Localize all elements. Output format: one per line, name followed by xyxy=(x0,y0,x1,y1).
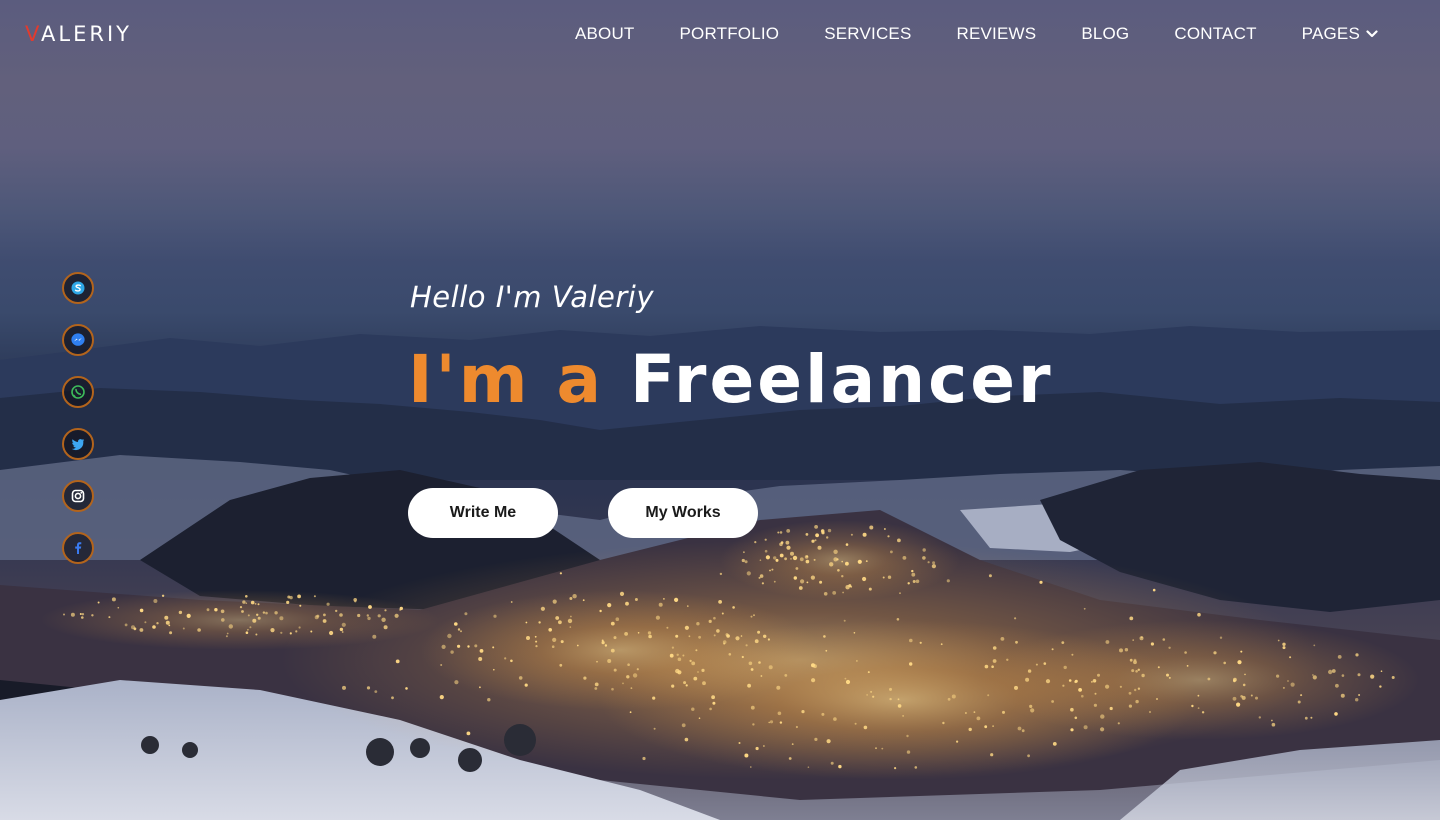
nav-link-label: BLOG xyxy=(1081,24,1130,43)
nav-link-reviews[interactable]: REVIEWS xyxy=(957,24,1037,44)
headline-role: Freelancer xyxy=(630,341,1054,418)
nav-dropdown-pages[interactable]: PAGES xyxy=(1302,24,1378,44)
main-navigation: ABOUT PORTFOLIO SERVICES REVIEWS BLOG CO… xyxy=(575,24,1378,44)
facebook-icon[interactable] xyxy=(62,532,94,564)
headline-accent: I'm a xyxy=(408,341,605,418)
nav-link-about[interactable]: ABOUT xyxy=(575,24,635,44)
logo-initial: V xyxy=(25,22,42,46)
nav-link-services[interactable]: SERVICES xyxy=(824,24,911,44)
nav-link-contact[interactable]: CONTACT xyxy=(1174,24,1256,44)
social-links xyxy=(62,272,94,584)
write-me-button[interactable]: Write Me xyxy=(408,488,558,538)
whatsapp-icon[interactable] xyxy=(62,376,94,408)
site-logo[interactable]: VALERIY xyxy=(25,22,132,46)
twitter-icon[interactable] xyxy=(62,428,94,460)
nav-link-label: PAGES xyxy=(1301,24,1360,43)
skype-icon[interactable] xyxy=(62,272,94,304)
nav-link-portfolio[interactable]: PORTFOLIO xyxy=(680,24,780,44)
nav-link-label: CONTACT xyxy=(1174,24,1257,43)
chevron-down-icon xyxy=(1366,30,1378,38)
nav-link-label: ABOUT xyxy=(574,24,635,43)
nav-link-label: SERVICES xyxy=(824,24,912,43)
nav-link-blog[interactable]: BLOG xyxy=(1081,24,1129,44)
messenger-icon[interactable] xyxy=(62,324,94,356)
instagram-icon[interactable] xyxy=(62,480,94,512)
logo-text: ALERIY xyxy=(41,22,132,46)
hero-greeting: Hello I'm Valeriy xyxy=(410,280,655,314)
nav-link-label: REVIEWS xyxy=(956,24,1037,43)
hero-headline: I'm a Freelancer xyxy=(408,340,1054,420)
my-works-button[interactable]: My Works xyxy=(608,488,758,538)
nav-link-label: PORTFOLIO xyxy=(679,24,780,43)
